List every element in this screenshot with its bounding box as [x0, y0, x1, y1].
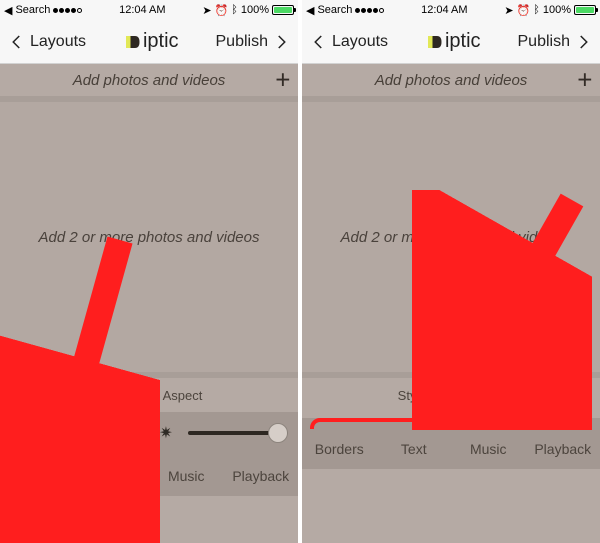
- toggle-aspect[interactable]: Aspect: [451, 385, 519, 406]
- toggle-style[interactable]: Style: [82, 385, 139, 406]
- diptic-logo-icon: [425, 33, 443, 51]
- canvas-placeholder: Add 2 or more photos and videos: [39, 229, 260, 246]
- location-icon: ➤: [504, 4, 513, 17]
- status-bar: ◀ Search 12:04 AM ➤ ⏰ ᛒ 100%: [0, 0, 298, 20]
- style-aspect-toggle: Style Aspect: [302, 378, 600, 412]
- canvas-placeholder: Add 2 or more photos and videos: [341, 229, 562, 246]
- status-bar: ◀ Search 12:04 AM ➤ ⏰ ᛒ 100%: [302, 0, 600, 20]
- chevron-right-icon: [272, 33, 290, 51]
- status-time: 12:04 AM: [421, 4, 467, 16]
- nav-back-label: Layouts: [332, 33, 388, 51]
- tab-music[interactable]: Music: [149, 456, 224, 496]
- battery-pct: 100%: [543, 4, 571, 16]
- border-width-icon: [10, 421, 34, 445]
- chevron-right-icon: [574, 33, 592, 51]
- plus-icon[interactable]: +: [577, 65, 592, 96]
- tab-text[interactable]: Text: [377, 429, 452, 469]
- tab-playback[interactable]: Playback: [526, 429, 600, 469]
- nav-publish-label: Publish: [518, 33, 570, 51]
- back-to-app-icon[interactable]: ◀: [4, 4, 12, 17]
- add-media-bar[interactable]: Add photos and videos +: [302, 64, 600, 96]
- back-to-app-label[interactable]: Search: [317, 4, 352, 16]
- bluetooth-icon: ᛒ: [533, 4, 540, 16]
- brightness-icon: ✷: [154, 421, 178, 445]
- add-media-bar[interactable]: Add photos and videos +: [0, 64, 298, 96]
- toggle-style[interactable]: Style: [384, 385, 441, 406]
- nav-publish-button[interactable]: Publish: [518, 33, 592, 51]
- nav-back-button[interactable]: Layouts: [310, 33, 388, 51]
- nav-back-button[interactable]: Layouts: [8, 33, 86, 51]
- alarm-icon: ⏰: [517, 4, 531, 17]
- diptic-logo-icon: [123, 33, 141, 51]
- brand-text: iptic: [143, 30, 179, 53]
- add-media-label: Add photos and videos: [73, 72, 226, 89]
- tab-music[interactable]: Music: [451, 429, 526, 469]
- app-brand: iptic: [123, 30, 179, 53]
- brightness-slider[interactable]: [188, 431, 288, 435]
- brand-text: iptic: [445, 30, 481, 53]
- battery-icon: [574, 5, 596, 15]
- border-width-slider[interactable]: [44, 431, 144, 435]
- collage-canvas[interactable]: Add 2 or more photos and videos: [302, 102, 600, 372]
- chevron-left-icon: [310, 33, 328, 51]
- collage-canvas[interactable]: Add 2 or more photos and videos: [0, 102, 298, 372]
- bottom-tabs: Borders Text Music Playback: [0, 456, 298, 496]
- add-media-label: Add photos and videos: [375, 72, 528, 89]
- nav-bar: Layouts iptic Publish: [302, 20, 600, 64]
- style-aspect-toggle: Style Aspect: [0, 378, 298, 412]
- nav-back-label: Layouts: [30, 33, 86, 51]
- screenshot-right: ◀ Search 12:04 AM ➤ ⏰ ᛒ 100% Layouts ipt…: [302, 0, 600, 543]
- bottom-tabs: Borders Text Music Playback: [302, 429, 600, 469]
- status-time: 12:04 AM: [119, 4, 165, 16]
- tab-borders[interactable]: Borders: [0, 456, 75, 496]
- back-to-app-icon[interactable]: ◀: [306, 4, 314, 17]
- tab-text[interactable]: Text: [75, 456, 150, 496]
- plus-icon[interactable]: +: [275, 65, 290, 96]
- chevron-left-icon: [8, 33, 26, 51]
- alarm-icon: ⏰: [215, 4, 229, 17]
- toggle-aspect[interactable]: Aspect: [149, 385, 217, 406]
- screenshot-left: ◀ Search 12:04 AM ➤ ⏰ ᛒ 100% Layouts ipt…: [0, 0, 298, 543]
- nav-publish-label: Publish: [216, 33, 268, 51]
- bluetooth-icon: ᛒ: [231, 4, 238, 16]
- battery-pct: 100%: [241, 4, 269, 16]
- app-brand: iptic: [425, 30, 481, 53]
- tab-borders[interactable]: Borders: [302, 429, 377, 469]
- back-to-app-label[interactable]: Search: [15, 4, 50, 16]
- battery-icon: [272, 5, 294, 15]
- nav-bar: Layouts iptic Publish: [0, 20, 298, 64]
- style-controls: ✷ Borders Text Music Playback: [0, 412, 298, 496]
- location-icon: ➤: [202, 4, 211, 17]
- aspect-controls: 9:16 3:4 1:1 4:3 16:9 1:1 Borders Text M…: [302, 418, 600, 469]
- signal-icon: [53, 8, 82, 13]
- nav-publish-button[interactable]: Publish: [216, 33, 290, 51]
- signal-icon: [355, 8, 384, 13]
- tab-playback[interactable]: Playback: [224, 456, 299, 496]
